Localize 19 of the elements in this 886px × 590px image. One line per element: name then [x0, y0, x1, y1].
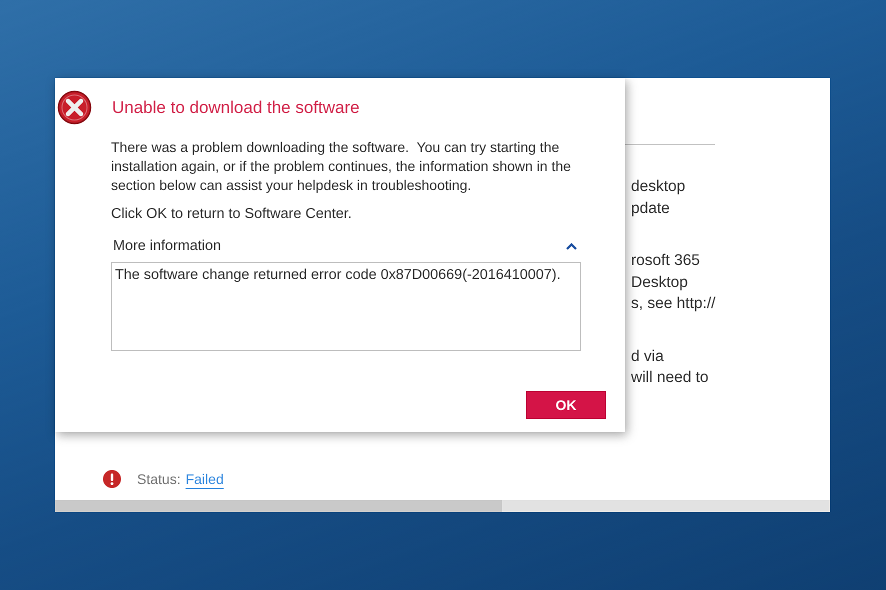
ok-button[interactable]: OK — [526, 391, 606, 419]
body-text: rosoft 365 — [631, 251, 701, 271]
status-label: Status: — [137, 471, 181, 487]
alert-icon — [103, 470, 121, 488]
scrollbar-thumb[interactable] — [55, 500, 502, 512]
hint-text: Click OK to return to Software Center. — [111, 206, 353, 222]
section-label: More information — [113, 238, 221, 254]
body-text: desktop — [631, 177, 686, 197]
status-link[interactable]: Failed — [186, 471, 224, 487]
body-text: d via — [631, 346, 665, 366]
body-text: s, see http:// — [631, 294, 716, 314]
body-text: pdate — [631, 198, 671, 218]
body-text: Desktop — [631, 272, 689, 292]
chevron-up-icon[interactable] — [566, 242, 577, 250]
dialog-title: Unable to download the software — [112, 98, 360, 118]
details-box: The software change returned error code 0x87D00669(-2016410007). — [111, 262, 581, 351]
scrollbar[interactable] — [55, 500, 830, 512]
body-text: will need to — [631, 368, 710, 388]
error-message: There was a problem downloading the software. You can try starting the installation again, or if the problem continues, the information shown in the section below can assist your helpdesk in troubleshooting. — [111, 138, 572, 195]
